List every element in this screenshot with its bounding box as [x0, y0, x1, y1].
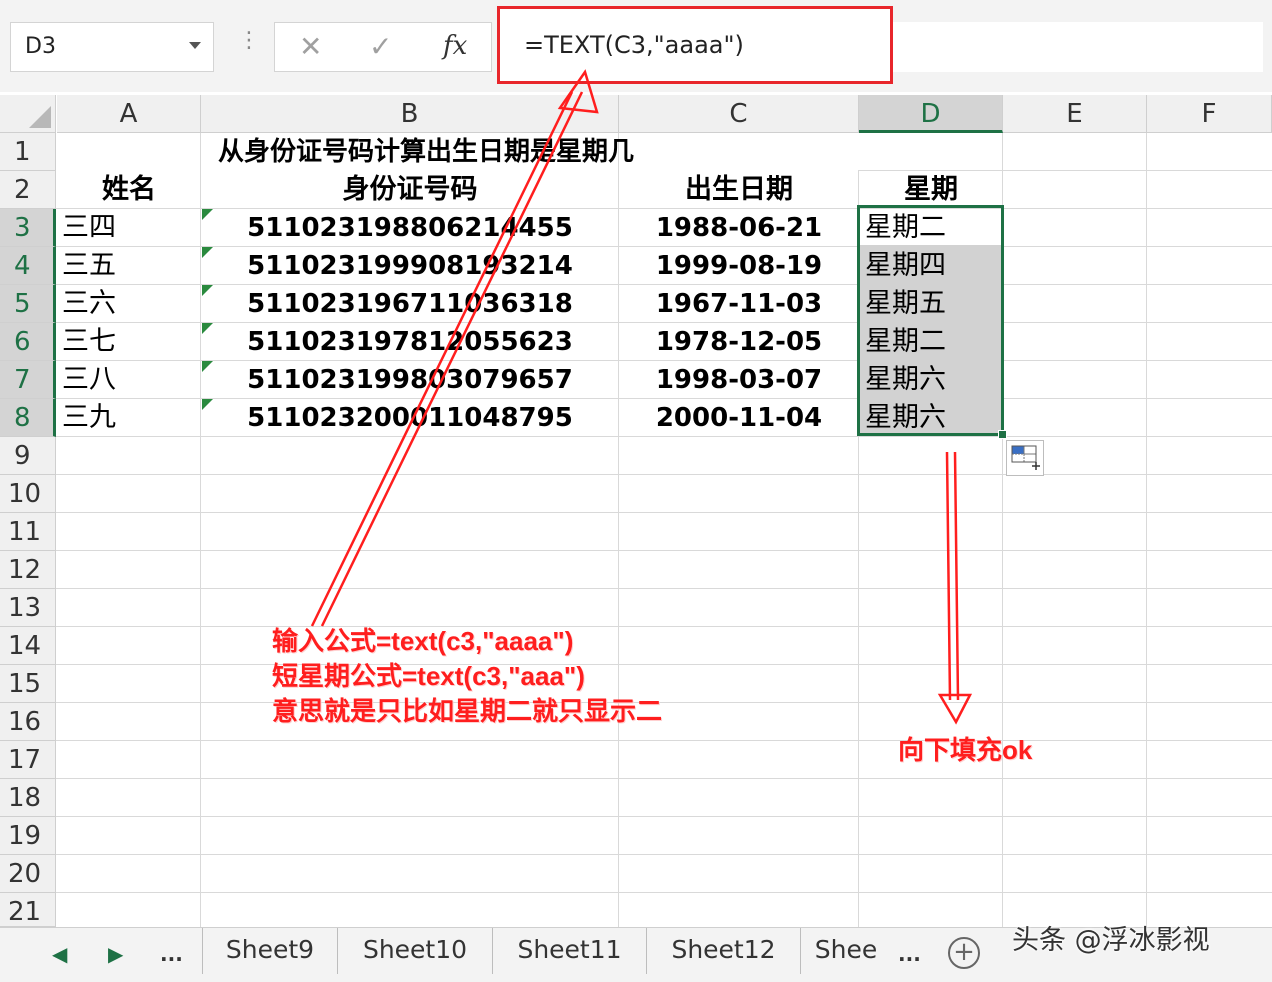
row-header-12[interactable]: 12	[0, 551, 56, 589]
name-box-dropdown-icon[interactable]	[189, 42, 201, 49]
row-header-20[interactable]: 20	[0, 855, 56, 893]
cell-name[interactable]: 三七	[62, 323, 116, 361]
cell-birth[interactable]: 1998-03-07	[619, 361, 859, 399]
column-header-a[interactable]: A	[57, 95, 201, 133]
row-header-6[interactable]: 6	[0, 323, 56, 361]
formula-input-extension[interactable]	[893, 22, 1263, 72]
cell-id[interactable]: 511023199803079657	[201, 361, 619, 399]
column-header-c[interactable]: C	[619, 95, 859, 133]
cell-name[interactable]: 三九	[62, 399, 116, 437]
cell-birth[interactable]: 1988-06-21	[619, 209, 859, 247]
fill-handle[interactable]	[998, 430, 1007, 439]
sheet-tab[interactable]: Sheet12	[647, 928, 801, 974]
row-header-7[interactable]: 7	[0, 361, 56, 399]
row-header-17[interactable]: 17	[0, 741, 56, 779]
sheet-tab[interactable]: Sheet9	[202, 928, 338, 974]
header-cell-weekday[interactable]: 星期	[859, 171, 1003, 209]
gridline	[1146, 133, 1147, 927]
gridline	[56, 474, 1272, 475]
row-header-18[interactable]: 18	[0, 779, 56, 817]
column-header-d[interactable]: D	[859, 95, 1003, 133]
enter-check-icon[interactable]: ✓	[369, 31, 392, 63]
cell-birth[interactable]: 1978-12-05	[619, 323, 859, 361]
row-header-4[interactable]: 4	[0, 247, 56, 285]
formula-bar: D3 ⋮ ✕ ✓ fx =TEXT(C3,"aaaa")	[0, 0, 1272, 92]
column-header-e[interactable]: E	[1003, 95, 1147, 133]
formula-input[interactable]: =TEXT(C3,"aaaa")	[497, 6, 893, 84]
cell-name[interactable]: 三五	[62, 247, 116, 285]
cell-name[interactable]: 三四	[62, 209, 116, 247]
formula-note-line: 短星期公式=text(c3,"aaa")	[272, 661, 585, 691]
cell-id[interactable]: 511023200011048795	[201, 399, 619, 437]
row-header-21[interactable]: 21	[0, 893, 56, 927]
cell-birth[interactable]: 2000-11-04	[619, 399, 859, 437]
row-header-10[interactable]: 10	[0, 475, 56, 513]
cell-id[interactable]: 511023199908193214	[201, 247, 619, 285]
header-cell-name[interactable]: 姓名	[57, 171, 201, 209]
cell-id[interactable]: 511023196711036318	[201, 285, 619, 323]
sheet-tab[interactable]: Shee	[801, 928, 891, 974]
gridline	[56, 778, 1272, 779]
cell-birth[interactable]: 1999-08-19	[619, 247, 859, 285]
insert-function-icon[interactable]: fx	[443, 31, 467, 61]
annotation-arrows	[310, 69, 973, 725]
more-sheets-right-icon[interactable]: ...	[898, 936, 921, 972]
row-header-8[interactable]: 8	[0, 399, 56, 437]
column-header-f[interactable]: F	[1147, 95, 1272, 133]
cell-id[interactable]: 511023198806214455	[201, 209, 619, 247]
row-header-16[interactable]: 16	[0, 703, 56, 741]
row-header-19[interactable]: 19	[0, 817, 56, 855]
cell-birth[interactable]: 1967-11-03	[619, 285, 859, 323]
selection-border	[857, 205, 1004, 436]
autofill-options-button[interactable]	[1006, 440, 1044, 476]
name-box-value: D3	[25, 34, 56, 59]
fill-down-note: 向下填充ok	[898, 735, 1033, 765]
gridline	[56, 588, 1272, 589]
row-header-9[interactable]: 9	[0, 437, 56, 475]
sheet-title-cell[interactable]: 从身份证号码计算出生日期是星期几	[218, 133, 634, 171]
column-header-b[interactable]: B	[201, 95, 619, 133]
prev-sheet-icon[interactable]: ◀	[52, 936, 67, 972]
row-header-3[interactable]: 3	[0, 209, 56, 247]
formula-note: 输入公式=text(c3,"aaaa") 短星期公式=text(c3,"aaa"…	[272, 624, 662, 729]
cancel-icon[interactable]: ✕	[299, 31, 322, 63]
row-header-5[interactable]: 5	[0, 285, 56, 323]
add-sheet-button[interactable]: +	[948, 937, 980, 969]
gridline	[56, 702, 1272, 703]
header-cell-id[interactable]: 身份证号码	[201, 171, 619, 209]
more-sheets-left-icon[interactable]: ...	[160, 936, 183, 972]
cell-id[interactable]: 511023197812055623	[201, 323, 619, 361]
autofill-options-icon	[1011, 445, 1040, 470]
sheet-tab[interactable]: Sheet10	[338, 928, 493, 974]
name-box[interactable]: D3	[10, 22, 214, 72]
gridline	[56, 550, 1272, 551]
formula-note-line: 输入公式=text(c3,"aaaa")	[272, 626, 574, 656]
row-header-2[interactable]: 2	[0, 171, 56, 209]
next-sheet-icon[interactable]: ▶	[108, 936, 123, 972]
watermark: 头条 @浮冰影视	[1012, 925, 1210, 956]
row-header-14[interactable]: 14	[0, 627, 56, 665]
row-header-1[interactable]: 1	[0, 133, 56, 171]
gridline	[56, 892, 1272, 893]
formula-note-line: 意思就是只比如星期二就只显示二	[272, 696, 663, 726]
gridline	[56, 626, 1272, 627]
formula-text: =TEXT(C3,"aaaa")	[524, 31, 744, 59]
cell-name[interactable]: 三六	[62, 285, 116, 323]
formula-bar-divider-icon: ⋮	[238, 28, 260, 53]
gridline	[56, 512, 1272, 513]
cell-name[interactable]: 三八	[62, 361, 116, 399]
select-all-corner[interactable]	[0, 95, 56, 133]
gridline	[56, 740, 1272, 741]
formula-buttons: ✕ ✓ fx	[274, 22, 492, 72]
row-header-13[interactable]: 13	[0, 589, 56, 627]
gridline	[56, 664, 1272, 665]
select-all-icon	[29, 106, 51, 128]
header-cell-birth[interactable]: 出生日期	[619, 171, 859, 209]
row-header-11[interactable]: 11	[0, 513, 56, 551]
row-header-15[interactable]: 15	[0, 665, 56, 703]
sheet-tab[interactable]: Sheet11	[493, 928, 647, 974]
gridline	[56, 854, 1272, 855]
gridline	[56, 816, 1272, 817]
